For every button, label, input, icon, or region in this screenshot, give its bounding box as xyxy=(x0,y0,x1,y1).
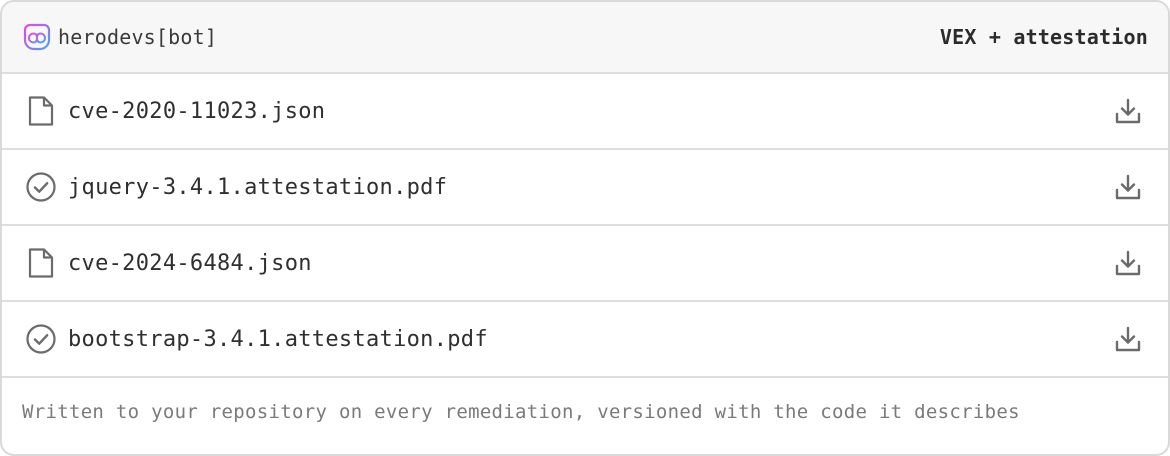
file-row[interactable]: cve-2024-6484.json xyxy=(2,226,1168,302)
file-info: cve-2024-6484.json xyxy=(24,246,312,280)
file-name: cve-2024-6484.json xyxy=(68,250,312,276)
card-footer: Written to your repository on every reme… xyxy=(2,378,1168,446)
file-info: cve-2020-11023.json xyxy=(24,94,325,128)
artifact-card: herodevs[bot] VEX + attestation cve-2020… xyxy=(0,0,1170,456)
file-name: jquery-3.4.1.attestation.pdf xyxy=(68,174,448,200)
download-icon[interactable] xyxy=(1112,247,1144,279)
download-icon[interactable] xyxy=(1112,323,1144,355)
download-icon[interactable] xyxy=(1112,95,1144,127)
footer-caption: Written to your repository on every reme… xyxy=(22,401,1020,423)
download-icon[interactable] xyxy=(1112,171,1144,203)
card-title: VEX + attestation xyxy=(939,25,1148,49)
check-circle-icon xyxy=(24,170,58,204)
file-row[interactable]: cve-2020-11023.json xyxy=(2,74,1168,150)
file-name: cve-2020-11023.json xyxy=(68,98,326,124)
card-header: herodevs[bot] VEX + attestation xyxy=(2,2,1168,74)
file-info: bootstrap-3.4.1.attestation.pdf xyxy=(24,322,488,356)
bot-identity: herodevs[bot] xyxy=(22,22,217,52)
file-name: bootstrap-3.4.1.attestation.pdf xyxy=(68,326,488,352)
file-info: jquery-3.4.1.attestation.pdf xyxy=(24,170,447,204)
file-icon xyxy=(24,246,58,280)
herodevs-logo-icon xyxy=(22,22,52,52)
check-circle-icon xyxy=(24,322,58,356)
file-icon xyxy=(24,94,58,128)
file-row[interactable]: jquery-3.4.1.attestation.pdf xyxy=(2,150,1168,226)
bot-name: herodevs[bot] xyxy=(58,25,218,49)
file-row[interactable]: bootstrap-3.4.1.attestation.pdf xyxy=(2,302,1168,378)
